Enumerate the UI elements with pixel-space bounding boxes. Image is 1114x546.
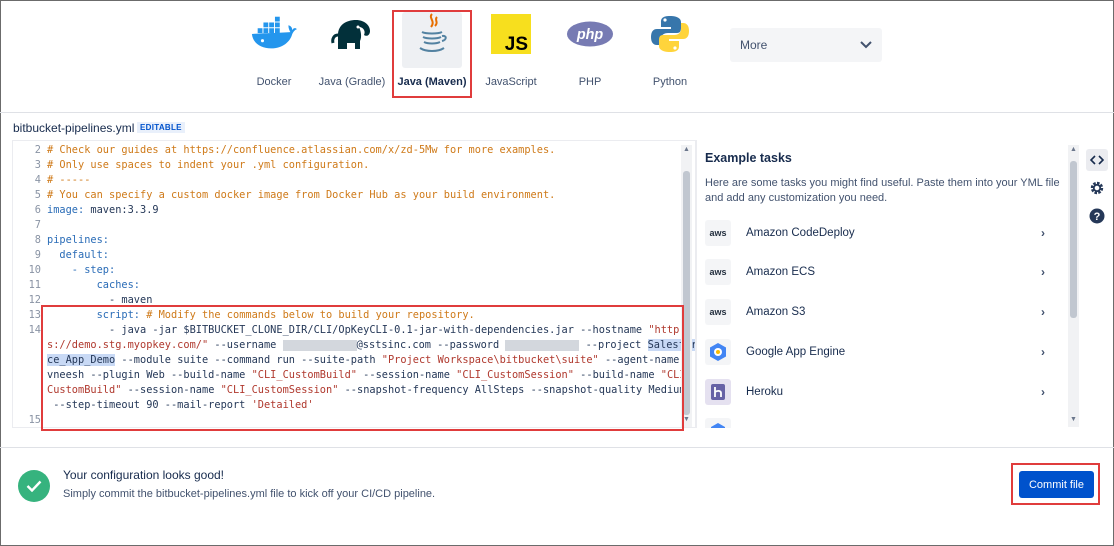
code-brackets-icon bbox=[1090, 155, 1104, 165]
example-tasks-panel: Example tasks Here are some tasks you mi… bbox=[696, 140, 1068, 428]
code-line-wrap: s://demo.stg.myopkey.com/" --username @s… bbox=[47, 339, 696, 351]
code-line: 12 - maven bbox=[28, 294, 153, 306]
python-icon bbox=[646, 12, 694, 56]
status-title: Your configuration looks good! bbox=[63, 468, 225, 482]
aws-icon: aws bbox=[705, 220, 731, 246]
task-heroku[interactable]: Heroku › bbox=[705, 375, 1055, 409]
code-line: 9 default: bbox=[34, 249, 109, 261]
script-highlight-box bbox=[41, 305, 684, 431]
chevron-down-icon bbox=[860, 41, 872, 49]
language-php[interactable]: php PHP bbox=[552, 12, 628, 92]
chevron-right-icon: › bbox=[1041, 345, 1045, 359]
scroll-up-arrow-icon[interactable]: ▲ bbox=[683, 146, 690, 153]
heroku-icon bbox=[705, 379, 731, 405]
chevron-right-icon: › bbox=[1041, 305, 1045, 319]
code-line: 14 - java -jar $BITBUCKET_CLONE_DIR/CLI/… bbox=[28, 324, 680, 336]
code-line-wrap: --step-timeout 90 --mail-report 'Detaile… bbox=[47, 399, 314, 411]
code-line: 13 script: # Modify the commands below t… bbox=[28, 309, 475, 321]
scrollbar-thumb[interactable] bbox=[683, 171, 690, 415]
task-google-app-engine[interactable]: Google App Engine › bbox=[705, 335, 1055, 369]
more-languages-select[interactable]: More bbox=[730, 28, 882, 62]
language-label: PHP bbox=[578, 76, 602, 88]
language-label: Python bbox=[652, 76, 688, 88]
code-line-wrap: ce_App_Demo --module suite --command run… bbox=[47, 354, 692, 366]
task-amazon-s3[interactable]: aws Amazon S3 › bbox=[705, 295, 1055, 329]
task-amazon-codedeploy[interactable]: aws Amazon CodeDeploy › bbox=[705, 216, 1055, 250]
code-line: 15 bbox=[28, 414, 41, 426]
divider bbox=[0, 112, 1114, 113]
task-amazon-ecs[interactable]: aws Amazon ECS › bbox=[705, 255, 1055, 289]
check-circle-icon bbox=[18, 470, 50, 502]
language-java-gradle[interactable]: Java (Gradle) bbox=[314, 12, 390, 92]
google-app-engine-icon bbox=[705, 339, 731, 365]
code-line: 2 # Check our guides at https://confluenc… bbox=[34, 144, 556, 156]
task-partial[interactable] bbox=[705, 414, 1055, 428]
javascript-icon: JS bbox=[487, 12, 535, 56]
code-line-wrap: vneesh --plugin Web --build-name "CLI_Cu… bbox=[47, 369, 692, 381]
gradle-elephant-icon bbox=[328, 12, 376, 56]
code-line: 4 # ----- bbox=[34, 174, 91, 186]
language-label: JavaScript bbox=[485, 76, 537, 88]
tasks-scrollbar[interactable] bbox=[1068, 145, 1079, 427]
code-view-button[interactable] bbox=[1086, 149, 1108, 171]
file-name: bitbucket-pipelines.yml bbox=[13, 121, 135, 135]
language-picker: Docker Java (Gradle) Java (Maven) JS Jav… bbox=[0, 0, 1114, 113]
help-button[interactable]: ? bbox=[1086, 205, 1108, 227]
code-line: 7 bbox=[34, 219, 41, 231]
php-icon: php bbox=[566, 12, 614, 56]
code-line: 6 image: maven:3.3.9 bbox=[34, 204, 159, 216]
divider bbox=[0, 447, 1114, 448]
svg-text:php: php bbox=[576, 27, 604, 43]
scroll-down-arrow-icon[interactable]: ▼ bbox=[683, 416, 690, 423]
code-line: 10 - step: bbox=[28, 264, 116, 276]
scroll-up-arrow-icon[interactable]: ▲ bbox=[1070, 146, 1077, 153]
editable-badge: EDITABLE bbox=[137, 122, 185, 133]
aws-icon: aws bbox=[705, 299, 731, 325]
commit-file-button[interactable]: Commit file bbox=[1019, 471, 1094, 498]
selected-language-highlight bbox=[392, 10, 472, 98]
chevron-right-icon: › bbox=[1041, 265, 1045, 279]
aws-icon: aws bbox=[705, 259, 731, 285]
docker-whale-icon bbox=[250, 12, 298, 56]
svg-text:JS: JS bbox=[505, 34, 528, 54]
settings-button[interactable] bbox=[1086, 177, 1108, 199]
language-javascript[interactable]: JS JavaScript bbox=[473, 12, 549, 92]
code-line: 11 caches: bbox=[28, 279, 140, 291]
language-python[interactable]: Python bbox=[632, 12, 708, 92]
code-line: 8 pipelines: bbox=[34, 234, 109, 246]
code-line: 5 # You can specify a custom docker image… bbox=[34, 189, 556, 201]
tasks-description: Here are some tasks you might find usefu… bbox=[705, 177, 1060, 204]
scrollbar-thumb[interactable] bbox=[1070, 161, 1077, 318]
chevron-right-icon: › bbox=[1041, 385, 1045, 399]
language-label: Java (Gradle) bbox=[318, 76, 386, 88]
task-icon bbox=[705, 418, 731, 428]
scroll-down-arrow-icon[interactable]: ▼ bbox=[1070, 416, 1077, 423]
code-line-wrap: CustomBuild" --session-name "CLI_CustomS… bbox=[47, 384, 686, 396]
gear-icon bbox=[1090, 181, 1104, 195]
svg-text:?: ? bbox=[1094, 211, 1101, 223]
language-label: Docker bbox=[256, 76, 292, 88]
tasks-title: Example tasks bbox=[705, 151, 792, 165]
language-docker[interactable]: Docker bbox=[236, 12, 312, 92]
chevron-right-icon: › bbox=[1041, 226, 1045, 240]
more-select-value: More bbox=[740, 38, 768, 52]
help-icon: ? bbox=[1089, 208, 1105, 224]
code-line: 3 # Only use spaces to indent your .yml c… bbox=[34, 159, 370, 171]
status-description: Simply commit the bitbucket-pipelines.ym… bbox=[63, 488, 436, 500]
